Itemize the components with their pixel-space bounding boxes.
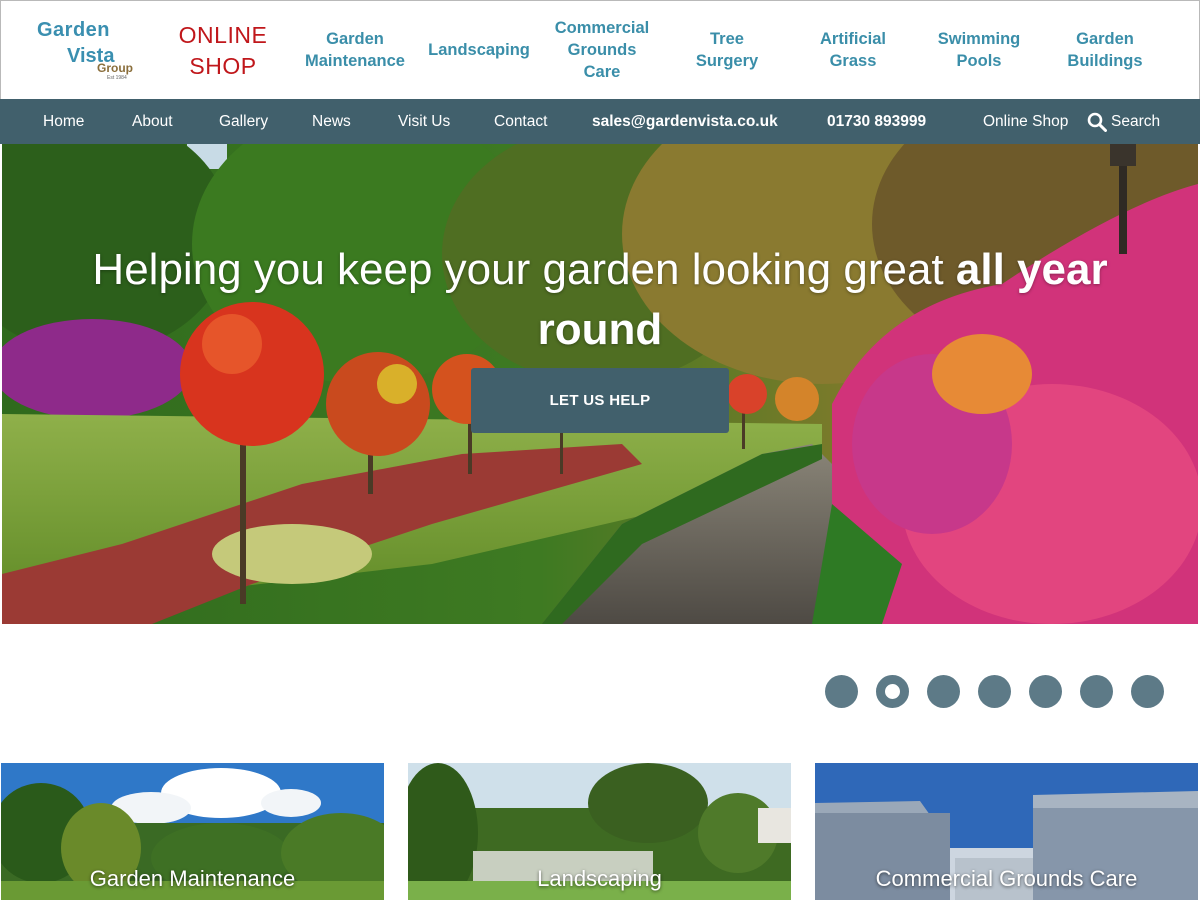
nav-online-shop[interactable]: Online Shop [983, 99, 1068, 144]
nav-search[interactable]: Search [1111, 99, 1160, 144]
card-garden-maintenance-label: Garden Maintenance [89, 866, 296, 891]
hero-title: Helping you keep your garden looking gre… [42, 240, 1158, 360]
slider-pagination [825, 675, 1170, 709]
logo-established: Est 1984 [107, 75, 127, 81]
slider-dot-6[interactable] [1080, 675, 1113, 708]
service-link-garden-buildings[interactable]: Garden Buildings [1057, 28, 1153, 72]
online-shop-line2: SHOP [189, 53, 257, 79]
service-link-landscaping[interactable]: Landscaping [423, 39, 535, 61]
slider-dot-3[interactable] [927, 675, 960, 708]
logo-word-group: Group [97, 61, 133, 75]
hero-title-regular: Helping you keep your garden looking gre… [92, 245, 956, 294]
slider-dot-4[interactable] [978, 675, 1011, 708]
site-logo[interactable]: Garden Vista Group Est 1984 [37, 19, 141, 81]
service-link-garden-maintenance[interactable]: Garden Maintenance [293, 28, 417, 72]
card-commercial-grounds-care[interactable]: Commercial Grounds Care [815, 763, 1198, 900]
slider-dot-1[interactable] [825, 675, 858, 708]
nav-email-link[interactable]: sales@gardenvista.co.uk [592, 99, 778, 144]
online-shop-link[interactable]: ONLINE SHOP [173, 20, 273, 82]
nav-home[interactable]: Home [43, 99, 84, 144]
service-link-artificial-grass[interactable]: Artificial Grass [807, 28, 899, 72]
online-shop-line1: ONLINE [178, 22, 268, 48]
service-link-commercial-grounds-care[interactable]: Commercial Grounds Care [547, 17, 657, 83]
nav-phone-link[interactable]: 01730 893999 [827, 99, 926, 144]
nav-news[interactable]: News [312, 99, 351, 144]
logo-word-garden: Garden [37, 19, 111, 41]
slider-dot-7[interactable] [1131, 675, 1164, 708]
card-garden-maintenance[interactable]: Garden Maintenance [1, 763, 384, 900]
service-link-swimming-pools[interactable]: Swimming Pools [929, 28, 1029, 72]
card-landscaping-label: Landscaping [537, 866, 662, 891]
search-icon[interactable] [1087, 112, 1107, 132]
nav-about[interactable]: About [132, 99, 173, 144]
card-commercial-grounds-care-label: Commercial Grounds Care [875, 866, 1138, 891]
slider-dot-2-active[interactable] [876, 675, 909, 708]
nav-contact[interactable]: Contact [494, 99, 547, 144]
slider-dot-5[interactable] [1029, 675, 1062, 708]
let-us-help-button[interactable]: LET US HELP [471, 368, 729, 433]
service-link-tree-surgery[interactable]: Tree Surgery [681, 28, 773, 72]
main-nav: Home About Gallery News Visit Us Contact… [0, 99, 1200, 144]
card-landscaping[interactable]: Landscaping [408, 763, 791, 900]
hero-banner: Helping you keep your garden looking gre… [2, 144, 1198, 624]
nav-visit-us[interactable]: Visit Us [398, 99, 450, 144]
nav-gallery[interactable]: Gallery [219, 99, 268, 144]
site-header: Garden Vista Group Est 1984 ONLINE SHOP … [0, 0, 1200, 99]
